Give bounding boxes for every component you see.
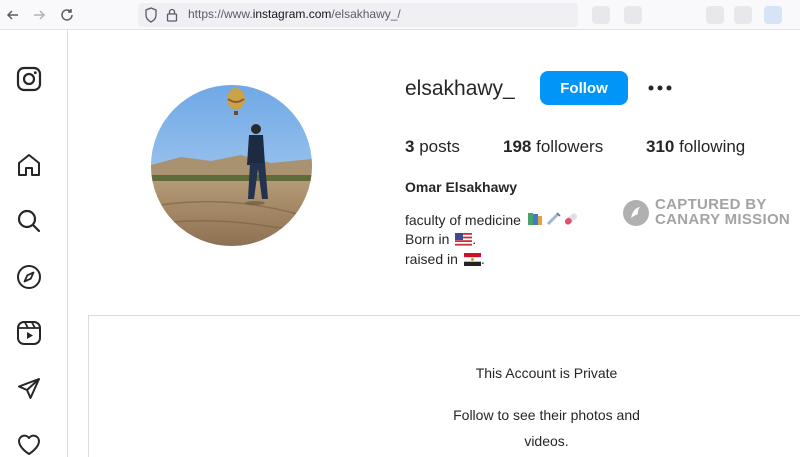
followers-stat[interactable]: 198 followers [503,137,603,157]
bio-line-1-text: faculty of medicine [405,212,521,228]
watermark-text: CAPTURED BY CANARY MISSION [655,197,790,227]
bio-line-3-end: . [480,251,485,267]
following-count: 310 [646,137,675,156]
following-stat[interactable]: 310 following [646,137,745,157]
address-bar[interactable]: https://www.instagram.com/elsakhawy_/ [138,3,578,27]
egypt-flag-emoji-icon [463,253,481,266]
profile-avatar[interactable] [151,85,312,246]
reels-icon[interactable] [16,320,42,346]
toolbar-icon[interactable] [624,6,642,24]
notifications-icon[interactable] [16,432,42,457]
bio-line-2-text: Born in [405,231,450,247]
watermark-line-2: CANARY MISSION [655,211,791,228]
private-account-subtitle: Follow to see their photos and videos. [453,407,640,449]
full-name: Omar Elsakhawy [405,179,518,195]
canary-logo-icon [623,200,649,226]
home-icon[interactable] [16,152,42,178]
lock-icon[interactable] [166,7,178,23]
books-syringe-pill-emoji-icon [527,212,577,226]
toolbar-icon[interactable] [592,6,610,24]
bio-line-2-end: . [472,231,477,247]
account-icon[interactable] [764,6,782,24]
avatar-photo [151,85,312,246]
posts-stat: 3 posts [405,137,460,157]
bio-line-3-text: raised in [405,251,458,267]
watermark-line-1: CAPTURED BY [655,196,767,213]
follow-button[interactable]: Follow [540,71,628,105]
more-options-icon[interactable] [645,78,675,98]
browser-toolbar: https://www.instagram.com/elsakhawy_/ [0,0,800,30]
followers-count: 198 [503,137,532,156]
username: elsakhawy_ [405,77,515,100]
private-account-title: This Account is Private [475,365,618,381]
bio-line-2: Born in . [405,231,476,247]
toolbar-icon[interactable] [706,6,724,24]
explore-icon[interactable] [16,264,42,290]
bio-line-3: raised in . [405,251,485,267]
us-flag-emoji-icon [455,233,473,246]
posts-label: posts [419,137,460,156]
bio-line-1: faculty of medicine [405,211,579,228]
url-text[interactable]: https://www.instagram.com/elsakhawy_/ [188,7,401,21]
followers-label: followers [536,137,604,156]
reload-icon[interactable] [58,6,76,24]
instagram-logo-icon[interactable] [16,66,42,92]
shield-icon[interactable] [144,7,158,23]
sidebar [0,30,68,457]
posts-count: 3 [405,137,415,156]
back-icon[interactable] [4,6,22,24]
following-label: following [679,137,746,156]
toolbar-icon[interactable] [734,6,752,24]
search-icon[interactable] [16,208,42,234]
forward-icon[interactable] [30,6,48,24]
